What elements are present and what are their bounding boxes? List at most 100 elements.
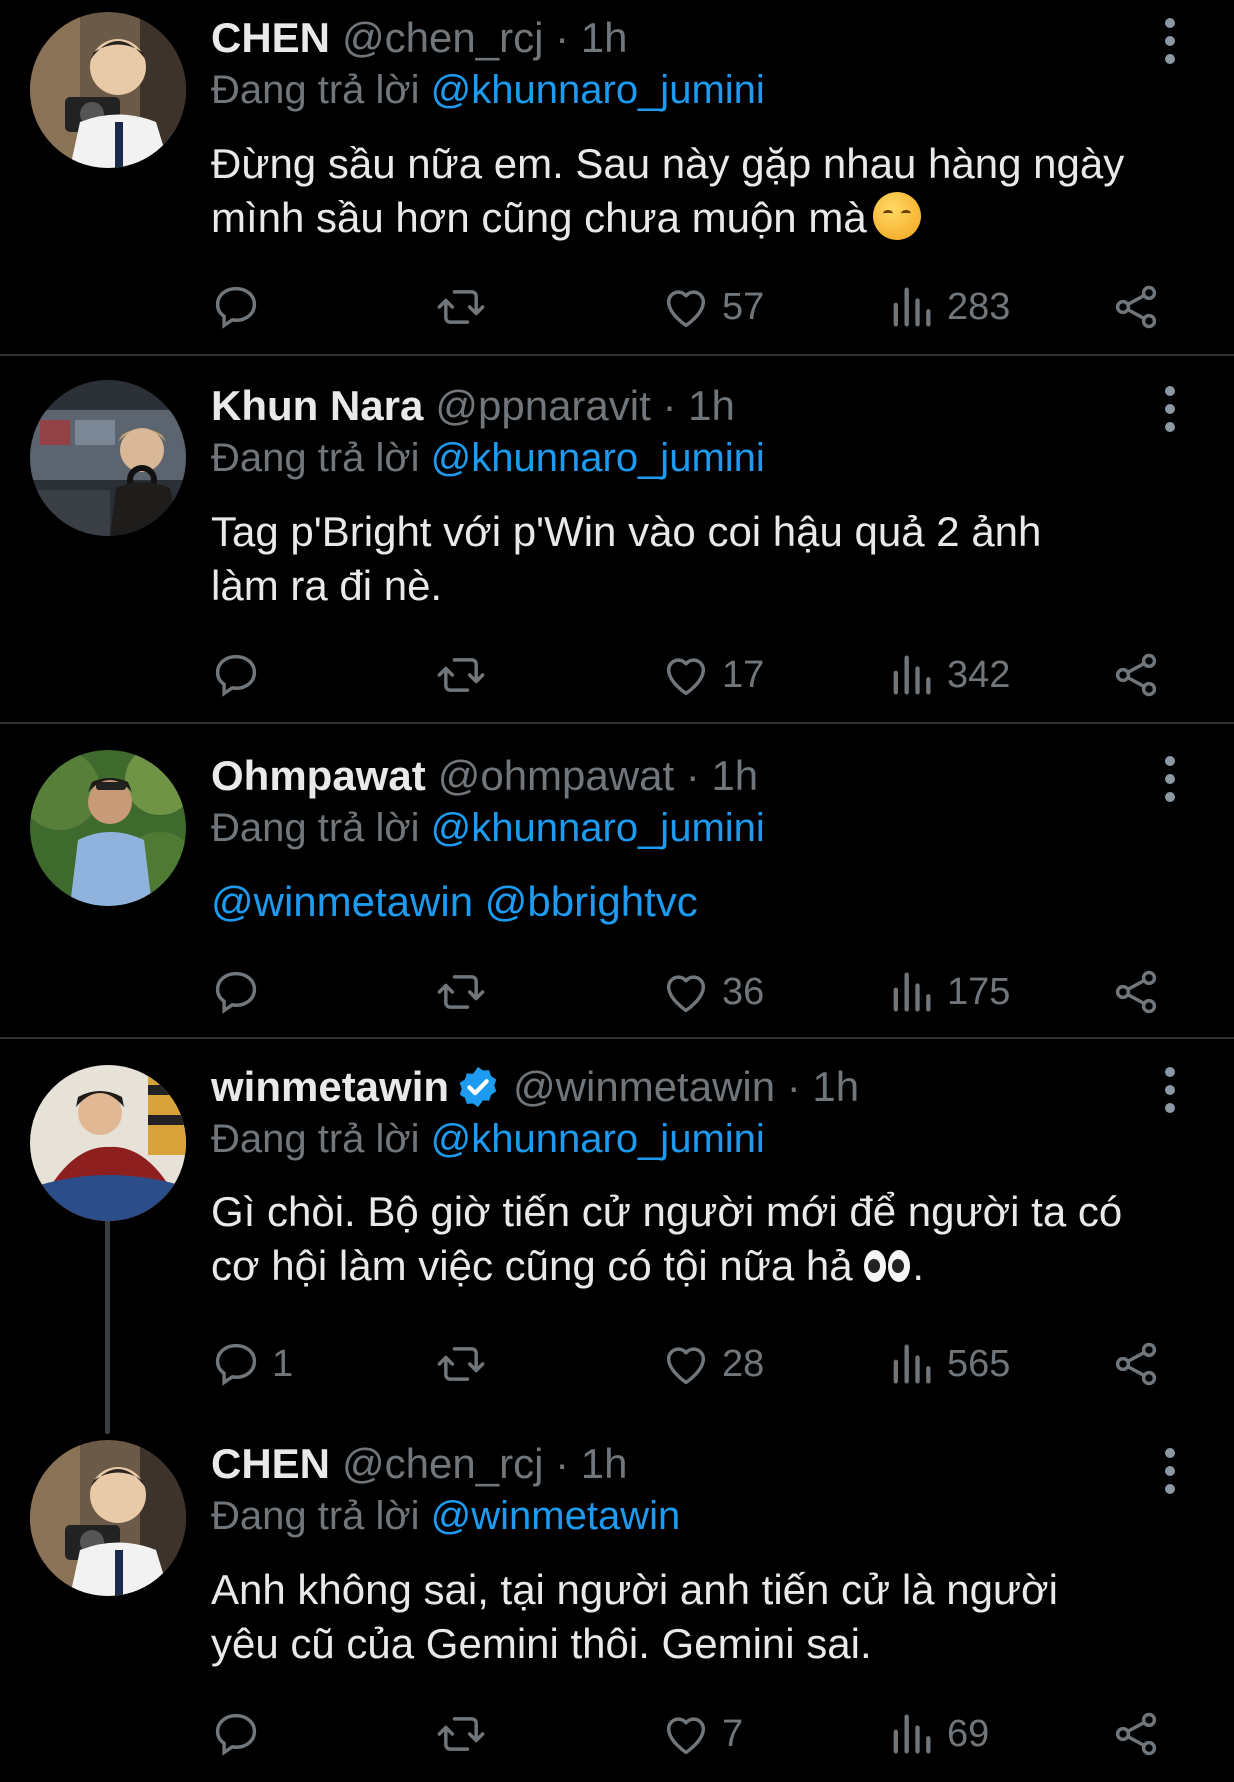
views-button[interactable]: 565: [885, 1334, 1010, 1394]
share-icon: [1115, 970, 1157, 1014]
reply-context: Đang trả lời @khunnaro_jumini: [211, 430, 765, 486]
avatar[interactable]: [30, 380, 186, 536]
reply-prefix: Đang trả lời: [211, 1117, 431, 1161]
avatar[interactable]: [30, 750, 186, 906]
tweet-text-line: mình sầu hơn cũng chưa muộn mà: [211, 194, 867, 241]
retweet-icon: [437, 975, 485, 1009]
tweet-2[interactable]: Khun Nara @ppnaravit · 1h Đang trả lời @…: [0, 356, 1234, 721]
like-count: 57: [722, 285, 765, 328]
tweet-text-line: yêu cũ của Gemini thôi. Gemini sai.: [211, 1620, 872, 1667]
reply-prefix: Đang trả lời: [211, 1494, 431, 1538]
like-button[interactable]: 57: [660, 277, 764, 337]
reply-to-mention[interactable]: @khunnaro_jumini: [431, 1117, 765, 1161]
like-count: 7: [722, 1712, 744, 1755]
author-handle[interactable]: @chen_rcj · 1h: [342, 14, 627, 62]
retweet-button[interactable]: [435, 1334, 487, 1394]
tweet-text-line: Tag p'Bright với p'Win vào coi hậu quả 2…: [211, 508, 1042, 555]
tweet-actions: 36 175: [0, 962, 1234, 1022]
share-button[interactable]: [1110, 962, 1162, 1022]
view-count: 283: [947, 285, 1011, 328]
reply-icon: [215, 286, 257, 329]
tweet-text-line: cơ hội làm việc cũng có tội nữa hả: [211, 1242, 853, 1289]
share-icon: [1115, 285, 1157, 329]
author-name[interactable]: Ohmpawat: [211, 752, 426, 800]
tweet-actions: 7 69: [0, 1704, 1234, 1764]
more-options-icon[interactable]: [1160, 18, 1180, 64]
view-count: 175: [947, 970, 1011, 1013]
author-handle[interactable]: @chen_rcj · 1h: [342, 1440, 627, 1488]
more-options-icon[interactable]: [1160, 756, 1180, 802]
retweet-button[interactable]: [435, 645, 487, 705]
tweet-1[interactable]: CHEN @chen_rcj · 1h Đang trả lời @khunna…: [0, 0, 1234, 355]
author-name[interactable]: Khun Nara: [211, 382, 423, 430]
tweet-text: Tag p'Bright với p'Win vào coi hậu quả 2…: [211, 505, 1201, 613]
reply-button[interactable]: [210, 962, 272, 1022]
author-handle[interactable]: @ohmpawat · 1h: [438, 752, 758, 800]
retweet-button[interactable]: [435, 1704, 487, 1764]
share-icon: [1115, 653, 1157, 697]
reply-button[interactable]: 1: [210, 1334, 293, 1394]
reply-prefix: Đang trả lời: [211, 436, 431, 480]
like-button[interactable]: 17: [660, 645, 764, 705]
author-name[interactable]: CHEN: [211, 1440, 330, 1488]
reply-to-mention[interactable]: @khunnaro_jumini: [431, 68, 765, 112]
views-button[interactable]: 342: [885, 645, 1010, 705]
retweet-icon: [437, 1347, 485, 1381]
tweet-text: Anh không sai, tại người anh tiến cử là …: [211, 1563, 1201, 1671]
reply-context: Đang trả lời @khunnaro_jumini: [211, 800, 765, 856]
heart-icon: [666, 290, 706, 328]
reply-icon: [215, 1713, 257, 1756]
tweet-actions: [0, 1173, 1234, 1233]
author-handle[interactable]: @ppnaravit · 1h: [435, 382, 734, 430]
views-chart-icon: [893, 655, 931, 695]
mention-link[interactable]: @winmetawin: [211, 878, 473, 925]
reply-to-mention[interactable]: @khunnaro_jumini: [431, 436, 765, 480]
like-count: 28: [722, 1342, 765, 1385]
tweet-5[interactable]: CHEN @chen_rcj · 1h Đang trả lời @winmet…: [0, 1434, 1234, 1782]
heart-icon: [666, 1347, 706, 1385]
more-options-icon[interactable]: [1160, 1448, 1180, 1494]
view-count: 69: [947, 1712, 990, 1755]
tweet-3[interactable]: Ohmpawat @ohmpawat · 1h Đang trả lời @kh…: [0, 724, 1234, 1037]
author-name[interactable]: CHEN: [211, 14, 330, 62]
like-button[interactable]: 7: [660, 1704, 743, 1764]
more-options-icon[interactable]: [1160, 1067, 1180, 1113]
views-button[interactable]: 69: [885, 1704, 989, 1764]
author-handle[interactable]: @winmetawin · 1h: [513, 1063, 859, 1111]
reply-button[interactable]: [210, 1704, 272, 1764]
like-button[interactable]: 36: [660, 962, 764, 1022]
eyes-emoji-icon: [864, 1250, 912, 1284]
tweet-text-line: Anh không sai, tại người anh tiến cử là …: [211, 1566, 1058, 1613]
views-chart-icon: [893, 1344, 931, 1384]
share-button[interactable]: [1110, 1334, 1162, 1394]
like-count: 36: [722, 970, 765, 1013]
retweet-button[interactable]: [435, 277, 487, 337]
avatar[interactable]: [30, 1440, 186, 1596]
share-button[interactable]: [1110, 1704, 1162, 1764]
retweet-icon: [437, 290, 485, 324]
reply-context: Đang trả lời @winmetawin: [211, 1488, 680, 1544]
kissing-face-emoji-icon: [872, 192, 921, 240]
tweet-4[interactable]: winmetawin @winmetawin · 1h Đang trả lời…: [0, 1039, 1234, 1434]
views-chart-icon: [893, 1714, 931, 1754]
reply-button[interactable]: [210, 277, 272, 337]
retweet-button[interactable]: [435, 962, 487, 1022]
retweet-icon: [437, 658, 485, 692]
avatar[interactable]: [30, 12, 186, 168]
more-options-icon[interactable]: [1160, 386, 1180, 432]
reply-context: Đang trả lời @khunnaro_jumini: [211, 62, 765, 118]
view-count: 565: [947, 1342, 1011, 1385]
like-button[interactable]: 28: [660, 1334, 764, 1394]
mention-link[interactable]: @bbrightvc: [485, 878, 698, 925]
author-name[interactable]: winmetawin: [211, 1063, 449, 1111]
views-button[interactable]: 175: [885, 962, 1010, 1022]
share-button[interactable]: [1110, 645, 1162, 705]
reply-to-mention[interactable]: @winmetawin: [431, 1494, 681, 1538]
reply-to-mention[interactable]: @khunnaro_jumini: [431, 806, 765, 850]
views-button[interactable]: 283: [885, 277, 1010, 337]
reply-button[interactable]: [210, 645, 272, 705]
reply-icon: [215, 654, 257, 697]
retweet-icon: [437, 1717, 485, 1751]
share-button[interactable]: [1110, 277, 1162, 337]
tweet-actions: 57 283: [0, 277, 1234, 337]
